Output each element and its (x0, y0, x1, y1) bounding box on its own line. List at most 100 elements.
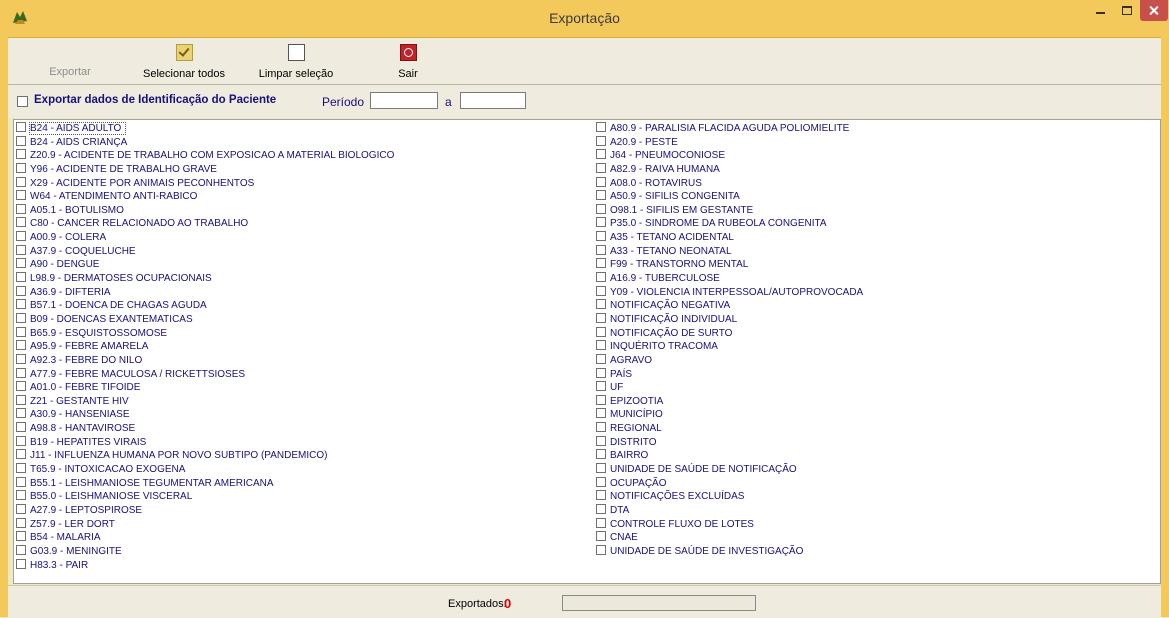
item-checkbox[interactable] (16, 122, 26, 132)
minimize-icon[interactable] (1088, 0, 1114, 21)
item-checkbox[interactable] (16, 381, 26, 392)
item-checkbox[interactable] (596, 231, 606, 242)
item-checkbox[interactable] (16, 558, 26, 569)
checklist-item[interactable]: UF (596, 381, 1156, 395)
item-checkbox[interactable] (596, 463, 606, 474)
checklist-item[interactable]: B57.1 - DOENCA DE CHAGAS AGUDA (16, 299, 590, 313)
checklist-item[interactable]: DTA (596, 503, 1156, 518)
item-checkbox[interactable] (596, 517, 606, 528)
checklist-item[interactable]: A50.9 - SIFILIS CONGENITA (596, 190, 1156, 204)
clear-selection-button[interactable]: Limpar seleção (256, 42, 336, 82)
checklist-item[interactable]: F99 - TRANSTORNO MENTAL (596, 258, 1156, 272)
checklist-item[interactable]: A77.9 - FEBRE MACULOSA / RICKETTSIOSES (16, 367, 590, 382)
checklist-item[interactable]: J64 - PNEUMOCONIOSE (596, 149, 1156, 163)
checklist-item[interactable]: B55.1 - LEISHMANIOSE TEGUMENTAR AMERICAN… (16, 476, 590, 491)
item-checkbox[interactable] (16, 149, 26, 160)
checklist-item[interactable]: A30.9 - HANSENIASE (16, 408, 590, 422)
exit-button[interactable]: Sair (391, 42, 425, 82)
checklist-item[interactable]: B24 - AIDS ADULTO (16, 122, 590, 136)
checklist-item[interactable]: MUNICÍPIO (596, 408, 1156, 422)
checklist-item[interactable]: EPIZOOTIA (596, 394, 1156, 409)
item-checkbox[interactable] (16, 408, 26, 419)
checklist-item[interactable]: B09 - DOENCAS EXANTEMATICAS (16, 312, 590, 327)
item-checkbox[interactable] (16, 503, 26, 514)
checklist-item[interactable]: INQUÉRITO TRACOMA (596, 340, 1156, 354)
checklist-item[interactable]: A08.0 - ROTAVIRUS (596, 176, 1156, 191)
item-checkbox[interactable] (596, 503, 606, 514)
checklist-item[interactable]: Z21 - GESTANTE HIV (16, 394, 590, 409)
checklist-item[interactable]: Y09 - VIOLENCIA INTERPESSOAL/AUTOPROVOCA… (596, 285, 1156, 300)
close-icon[interactable] (1140, 0, 1168, 21)
item-checkbox[interactable] (16, 517, 26, 528)
checklist-item[interactable]: A01.0 - FEBRE TIFOIDE (16, 381, 590, 395)
item-checkbox[interactable] (16, 394, 26, 405)
checklist-item[interactable]: Y96 - ACIDENTE DE TRABALHO GRAVE (16, 162, 590, 177)
item-checkbox[interactable] (596, 149, 606, 160)
checklist-item[interactable]: UNIDADE DE SAÚDE DE NOTIFICAÇÃO (596, 463, 1156, 477)
item-checkbox[interactable] (596, 122, 606, 132)
item-checkbox[interactable] (16, 312, 26, 323)
export-button[interactable]: Exportar (45, 42, 95, 82)
patient-id-checkbox[interactable] (17, 96, 28, 107)
checklist-item[interactable]: REGIONAL (596, 422, 1156, 436)
checklist-item[interactable]: A80.9 - PARALISIA FLACIDA AGUDA POLIOMIE… (596, 122, 1156, 136)
checklist-item[interactable]: C80 - CANCER RELACIONADO AO TRABALHO (16, 217, 590, 231)
checklist-item[interactable]: H83.3 - PAIR (16, 558, 590, 573)
item-checkbox[interactable] (596, 367, 606, 378)
item-checkbox[interactable] (16, 340, 26, 351)
checklist-item[interactable]: NOTIFICAÇÃO NEGATIVA (596, 299, 1156, 313)
checklist-item[interactable]: BAIRRO (596, 449, 1156, 463)
checklist-item[interactable]: DISTRITO (596, 435, 1156, 450)
checklist-item[interactable]: NOTIFICAÇÃO INDIVIDUAL (596, 312, 1156, 327)
item-checkbox[interactable] (16, 490, 26, 501)
checklist-item[interactable]: B54 - MALARIA (16, 531, 590, 545)
checklist-item[interactable]: P35.0 - SINDROME DA RUBEOLA CONGENITA (596, 217, 1156, 231)
item-checkbox[interactable] (16, 449, 26, 460)
checklist-item[interactable]: NOTIFICAÇÃO DE SURTO (596, 326, 1156, 341)
item-checkbox[interactable] (16, 531, 26, 542)
checklist-item[interactable]: O98.1 - SIFILIS EM GESTANTE (596, 203, 1156, 218)
checklist-item[interactable]: A98.8 - HANTAVIROSE (16, 422, 590, 436)
item-checkbox[interactable] (16, 162, 26, 173)
item-checkbox[interactable] (596, 258, 606, 269)
checklist-item[interactable]: T65.9 - INTOXICACAO EXOGENA (16, 463, 590, 477)
checklist-item[interactable]: A05.1 - BOTULISMO (16, 203, 590, 218)
item-checkbox[interactable] (596, 476, 606, 487)
item-checkbox[interactable] (596, 544, 606, 555)
item-checkbox[interactable] (16, 176, 26, 187)
checklist-item[interactable]: B55.0 - LEISHMANIOSE VISCERAL (16, 490, 590, 504)
item-checkbox[interactable] (16, 463, 26, 474)
item-checkbox[interactable] (596, 531, 606, 542)
checklist-item[interactable]: A92.3 - FEBRE DO NILO (16, 353, 590, 368)
item-checkbox[interactable] (16, 244, 26, 255)
select-all-button[interactable]: Selecionar todos (140, 42, 228, 82)
periodo-start-input[interactable] (370, 92, 438, 109)
item-checkbox[interactable] (16, 353, 26, 364)
checklist-item[interactable]: A35 - TETANO ACIDENTAL (596, 231, 1156, 245)
item-checkbox[interactable] (596, 135, 606, 146)
item-checkbox[interactable] (596, 162, 606, 173)
item-checkbox[interactable] (596, 408, 606, 419)
item-checkbox[interactable] (596, 353, 606, 364)
checklist-item[interactable]: UNIDADE DE SAÚDE DE INVESTIGAÇÃO (596, 544, 1156, 559)
checklist-item[interactable]: A27.9 - LEPTOSPIROSE (16, 503, 590, 518)
item-checkbox[interactable] (596, 217, 606, 228)
checklist-item[interactable]: A36.9 - DIFTERIA (16, 285, 590, 300)
item-checkbox[interactable] (596, 490, 606, 501)
item-checkbox[interactable] (16, 285, 26, 296)
item-checkbox[interactable] (16, 190, 26, 201)
checklist-item[interactable]: Z20.9 - ACIDENTE DE TRABALHO COM EXPOSIC… (16, 149, 590, 163)
checklist-item[interactable]: A33 - TETANO NEONATAL (596, 244, 1156, 259)
item-checkbox[interactable] (596, 203, 606, 214)
item-checkbox[interactable] (16, 217, 26, 228)
checklist-item[interactable]: J11 - INFLUENZA HUMANA POR NOVO SUBTIPO … (16, 449, 590, 463)
item-checkbox[interactable] (596, 299, 606, 310)
checklist-item[interactable]: B24 - AIDS CRIANÇA (16, 135, 590, 150)
checklist-item[interactable]: X29 - ACIDENTE POR ANIMAIS PECONHENTOS (16, 176, 590, 191)
checklist-item[interactable]: NOTIFICAÇÕES EXCLUÍDAS (596, 490, 1156, 504)
checklist-item[interactable]: A95.9 - FEBRE AMARELA (16, 340, 590, 354)
periodo-end-input[interactable] (460, 92, 526, 109)
item-checkbox[interactable] (596, 285, 606, 296)
item-checkbox[interactable] (16, 231, 26, 242)
item-checkbox[interactable] (16, 367, 26, 378)
